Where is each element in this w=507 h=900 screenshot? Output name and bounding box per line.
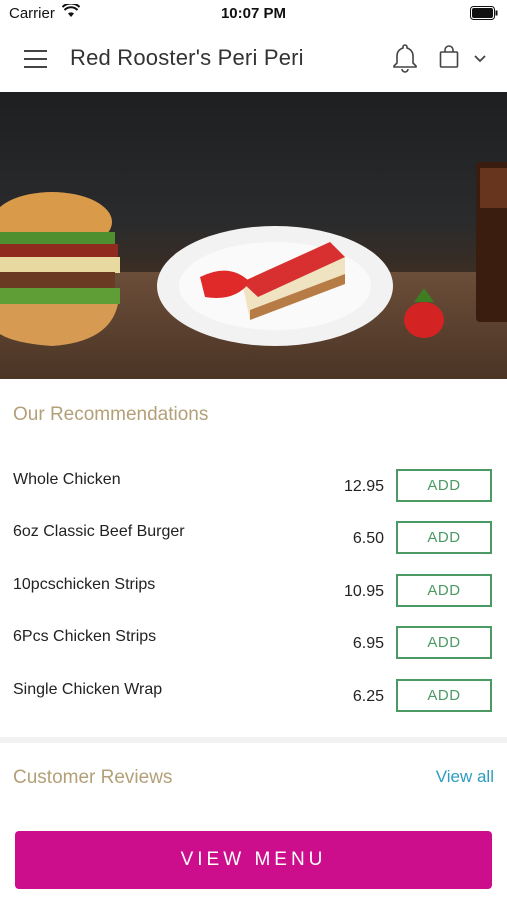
hero-food-illustration	[0, 162, 507, 346]
list-item: Whole Chicken 12.95 ADD	[0, 469, 507, 509]
section-divider	[0, 737, 507, 743]
add-button[interactable]: ADD	[396, 469, 492, 502]
item-price: 6.50	[352, 530, 384, 547]
item-name: 6oz Classic Beef Burger	[13, 523, 185, 540]
bell-icon[interactable]	[392, 43, 418, 73]
item-name: 6Pcs Chicken Strips	[13, 628, 157, 645]
hero-banner-image	[0, 92, 507, 379]
view-all-reviews-link[interactable]: View all	[436, 767, 494, 787]
recommendations-title: Our Recommendations	[13, 404, 209, 425]
hamburger-menu-icon[interactable]	[24, 50, 47, 68]
item-name: 10pcschicken Strips	[13, 576, 156, 593]
item-name: Single Chicken Wrap	[13, 681, 163, 698]
list-item: 6oz Classic Beef Burger 6.50 ADD	[0, 521, 507, 561]
add-button[interactable]: ADD	[396, 679, 492, 712]
add-button[interactable]: ADD	[396, 626, 492, 659]
status-time: 10:07 PM	[220, 5, 287, 22]
page-title: Red Rooster's Peri Peri	[70, 45, 304, 70]
item-price: 6.25	[352, 688, 384, 705]
chevron-down-icon[interactable]	[473, 54, 487, 64]
shopping-bag-icon[interactable]	[439, 45, 459, 69]
battery-icon	[470, 6, 498, 20]
item-price: 10.95	[343, 583, 384, 600]
list-item: 6Pcs Chicken Strips 6.95 ADD	[0, 626, 507, 666]
add-button[interactable]: ADD	[396, 574, 492, 607]
view-menu-button[interactable]: VIEW MENU	[15, 831, 492, 889]
item-price: 6.95	[352, 635, 384, 652]
list-item: Single Chicken Wrap 6.25 ADD	[0, 679, 507, 719]
item-name: Whole Chicken	[13, 471, 121, 488]
list-item: 10pcschicken Strips 10.95 ADD	[0, 574, 507, 614]
status-bar: Carrier 10:07 PM	[0, 0, 507, 28]
app-header: Red Rooster's Peri Peri	[0, 28, 507, 92]
reviews-title: Customer Reviews	[13, 767, 173, 788]
item-price: 12.95	[343, 478, 384, 495]
add-button[interactable]: ADD	[396, 521, 492, 554]
